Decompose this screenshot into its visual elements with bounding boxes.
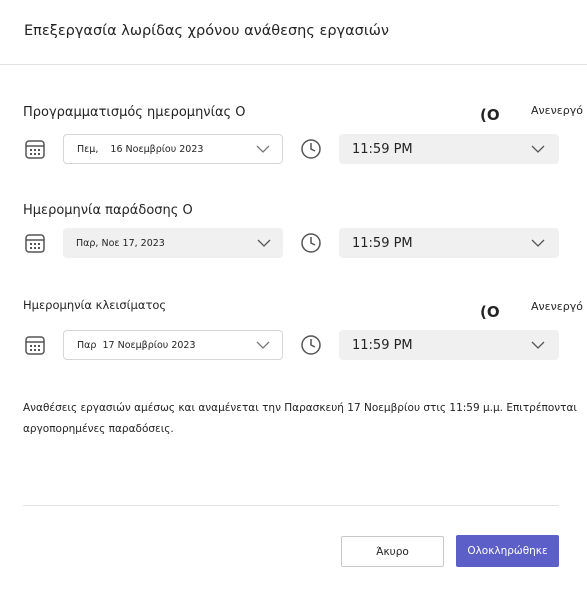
cancel-button[interactable]: Άκυρο [341,536,444,567]
clock-icon [300,232,322,258]
due-date-picker[interactable]: Παρ, Νοε 17, 2023 [63,228,283,258]
chevron-down-icon [256,145,270,153]
header-divider [0,64,587,65]
clock-icon [300,334,322,360]
close-toggle-state: Ανενεργό [531,300,583,313]
schedule-date-picker[interactable]: Πεμ, 16 Νοεμβρίου 2023 [63,134,283,164]
chevron-down-icon [256,341,270,349]
close-toggle[interactable]: (O [480,303,500,321]
close-time-picker[interactable]: 11:59 PM [339,330,559,360]
calendar-icon [24,138,46,164]
due-date-label: Ημερομηνία παράδοσης Ο [23,203,193,218]
footer-divider [23,505,559,506]
due-time-value: 11:59 PM [352,235,413,251]
dialog-title: Επεξεργασία λωρίδας χρόνου ανάθεσης εργα… [24,23,390,39]
clock-icon [300,138,322,164]
due-date-value: Παρ, Νοε 17, 2023 [76,237,165,249]
schedule-time-value: 11:59 PM [352,141,413,157]
schedule-date-value: Πεμ, 16 Νοεμβρίου 2023 [77,143,204,155]
calendar-icon [24,232,46,258]
schedule-toggle[interactable]: (O [480,106,500,124]
done-button[interactable]: Ολοκληρώθηκε [456,535,559,567]
chevron-down-icon [531,145,545,153]
due-time-picker[interactable]: 11:59 PM [339,228,559,258]
close-date-picker[interactable]: Παρ 17 Νοεμβρίου 2023 [63,330,283,360]
calendar-icon [24,334,46,360]
schedule-time-picker[interactable]: 11:59 PM [339,134,559,164]
chevron-down-icon [531,341,545,349]
chevron-down-icon [257,239,271,247]
close-time-value: 11:59 PM [352,337,413,353]
chevron-down-icon [531,239,545,247]
close-date-label: Ημερομηνία κλεισίματος [23,298,167,312]
timeline-summary: Αναθέσεις εργασιών αμέσως και αναμένεται… [23,402,577,435]
schedule-date-label: Προγραμματισμός ημερομηνίας Ο [23,105,246,120]
close-date-value: Παρ 17 Νοεμβρίου 2023 [77,339,196,351]
schedule-toggle-state: Ανενεργό [531,104,583,117]
